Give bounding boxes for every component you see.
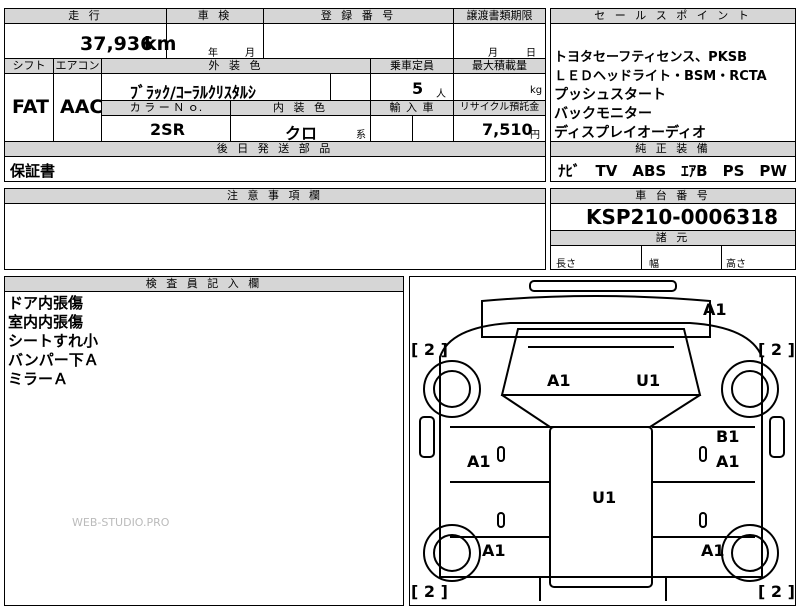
sales-points-list: トヨタセーフティセンス、PKSB ＬＥＤヘッドライト・BSM・RCTA プッシュ… bbox=[554, 48, 767, 143]
damage-code-front-door-right-top: B1 bbox=[716, 427, 740, 446]
sales-point-item: バックモニター bbox=[554, 106, 652, 122]
interior-color-header: 内 装 色 bbox=[230, 100, 371, 116]
capacity-unit: 人 bbox=[436, 89, 446, 100]
doc-deadline-day: 日 bbox=[526, 48, 536, 59]
notes-header: 注 意 事 項 欄 bbox=[4, 188, 546, 204]
damage-code-front-right: A1 bbox=[703, 300, 727, 319]
sales-point-item: ＬＥＤヘッドライト・BSM・RCTA bbox=[554, 69, 767, 84]
inspector-notes-list: ドア内張傷 室内内張傷 シートすれ小 バンパー下Ａ ミラーＡ bbox=[8, 294, 99, 389]
recycle-fee-header: リサイクル預託金 bbox=[453, 100, 546, 116]
later-parts-value: 保証書 bbox=[10, 162, 56, 180]
ac-header: エアコン bbox=[53, 58, 102, 74]
doc-deadline-month: 月 bbox=[488, 48, 498, 59]
dimensions-header: 諸 元 bbox=[550, 230, 796, 246]
chassis-number-header: 車 台 番 号 bbox=[550, 188, 796, 204]
interior-color-suffix: 系 bbox=[356, 130, 366, 141]
damage-code-roof: U1 bbox=[592, 488, 617, 507]
inspector-notes-header: 検 査 員 記 入 欄 bbox=[4, 276, 404, 292]
damage-code-front-door-left: A1 bbox=[467, 452, 491, 471]
standard-equipment-header: 純 正 装 備 bbox=[550, 141, 796, 157]
recycle-fee-value: 7,510 bbox=[482, 120, 533, 139]
shift-value: FAT bbox=[12, 96, 49, 118]
inspector-note-item: ドア内張傷 bbox=[8, 294, 84, 312]
height-label: 高さ bbox=[726, 259, 746, 270]
width-label: 幅 bbox=[649, 259, 659, 270]
damage-code-rear-right: A1 bbox=[701, 541, 725, 560]
vehicle-info-table bbox=[4, 8, 546, 142]
ac-value: AAC bbox=[60, 96, 104, 118]
import-header: 輸 入 車 bbox=[370, 100, 454, 116]
chassis-number-value: KSP210-0006318 bbox=[586, 205, 779, 229]
length-label: 長さ bbox=[556, 259, 576, 270]
color-no-value: 2SR bbox=[150, 120, 185, 139]
damage-code-side-left-top: [ 2 ] bbox=[411, 340, 448, 359]
inspector-note-item: シートすれ小 bbox=[8, 332, 99, 350]
damage-code-hood-right: U1 bbox=[636, 371, 661, 390]
inspector-note-item: バンパー下Ａ bbox=[8, 351, 99, 369]
recycle-fee-unit: 円 bbox=[530, 130, 540, 141]
inspector-note-item: 室内内張傷 bbox=[8, 313, 84, 331]
later-parts-header: 後 日 発 送 部 品 bbox=[4, 141, 546, 157]
damage-code-front-door-right: A1 bbox=[716, 452, 740, 471]
damage-code-side-right-bottom: [ 2 ] bbox=[758, 582, 795, 601]
damage-code-side-left-bottom: [ 2 ] bbox=[411, 582, 448, 601]
mileage-unit: km bbox=[144, 33, 177, 55]
document-deadline-header: 譲渡書類期限 bbox=[453, 8, 546, 24]
sales-point-item: トヨタセーフティセンス、PKSB bbox=[554, 50, 748, 65]
exterior-color-header: 外 装 色 bbox=[101, 58, 371, 74]
shaken-month: 月 bbox=[245, 48, 255, 59]
notes-box bbox=[4, 203, 546, 270]
watermark: WEB-STUDIO.PRO bbox=[72, 516, 170, 529]
standard-equipment-value: ﾅﾋﾞ TV ABS ｴｱB PS PW bbox=[558, 162, 787, 180]
shaken-year: 年 bbox=[208, 48, 218, 59]
capacity-value: 5 bbox=[412, 79, 424, 98]
max-load-unit: kg bbox=[530, 85, 543, 96]
mileage-header: 走 行 bbox=[4, 8, 167, 24]
later-parts-box bbox=[4, 156, 546, 182]
inspector-note-item: ミラーＡ bbox=[8, 370, 69, 388]
mileage-value: 37,936 bbox=[80, 33, 154, 55]
sales-point-item: プッシュスタート bbox=[554, 87, 666, 103]
registration-number-header: 登 録 番 号 bbox=[263, 8, 454, 24]
damage-code-rear-left: A1 bbox=[482, 541, 506, 560]
dimensions-box bbox=[550, 245, 796, 270]
shift-header: シフト bbox=[4, 58, 54, 74]
max-load-header: 最大積載量 bbox=[453, 58, 546, 74]
shaken-header: 車 検 bbox=[166, 8, 264, 24]
color-no-header: カ ラ ー Ｎ ｏ. bbox=[101, 100, 231, 116]
damage-code-side-right-top: [ 2 ] bbox=[758, 340, 795, 359]
sales-points-header: セ ー ル ス ポ イ ン ト bbox=[550, 8, 796, 24]
damage-code-hood-left: A1 bbox=[547, 371, 571, 390]
capacity-header: 乗車定員 bbox=[370, 58, 454, 74]
